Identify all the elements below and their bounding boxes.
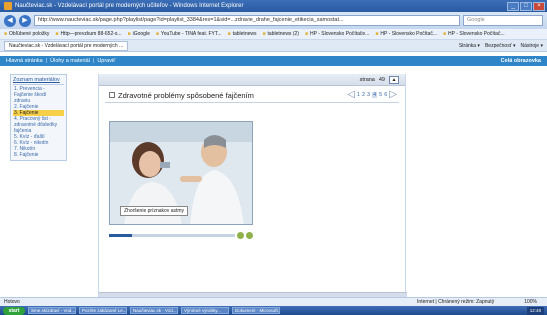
slide-pager: ◁ 1 2 3 4 5 6 ▷ [347, 90, 397, 100]
favorite-link[interactable]: HP - Slovensko Počítače... [305, 31, 369, 37]
pager-item-current[interactable]: 4 [372, 92, 378, 98]
start-button[interactable]: start [3, 306, 25, 315]
volume-icon[interactable] [237, 231, 244, 239]
sidebar-item[interactable]: 1. Prevencia - Fajčenie škodí zdraviu [13, 86, 64, 104]
taskbar-item[interactable]: Dokument - Microsoft... [232, 307, 280, 314]
video-progress-bar[interactable] [109, 233, 235, 237]
page-number: 49 [378, 76, 385, 83]
close-button[interactable]: × [533, 1, 545, 11]
pager-item[interactable]: 6 [384, 92, 387, 98]
taskbar-item[interactable]: Výrobné výrobky... [181, 307, 229, 314]
window-titlebar: Naučteviac.sk - Vzdelávací portál pre mo… [0, 0, 547, 12]
video-progress-fill [109, 233, 132, 237]
video-player[interactable]: Zhoršenie príznakov astmy [109, 121, 253, 225]
tab-bar: Naučteviac.sk - Vzdelávací portál pre mo… [0, 40, 547, 52]
url-field[interactable]: http://www.naucteviac.sk/page.php?playli… [34, 15, 460, 26]
back-button[interactable]: ◀ [4, 14, 16, 27]
lesson-panel: strana 49 ▲ Zdravotné problémy spôsobené… [98, 74, 407, 297]
pager-item[interactable]: 2 [362, 92, 365, 98]
materials-sidebar: Zoznam materiálov 1. Prevencia - Fajčeni… [10, 74, 67, 161]
nav-edit-link[interactable]: Upraviť [97, 58, 115, 64]
favorite-link[interactable]: Obľúbené položky [4, 31, 49, 37]
tools-menu[interactable]: Nástroje ▾ [520, 43, 543, 49]
status-bar: Hotovo Internet | Chránený režim: Zapnut… [0, 297, 547, 306]
favorites-bar: Obľúbené položky Http—prevzkum 88-652-s.… [0, 29, 547, 40]
topic-checkbox-icon [109, 92, 115, 98]
topic-title: Zdravotné problémy spôsobené fajčením [118, 90, 254, 100]
window-title: Naučteviac.sk - Vzdelávací portál pre mo… [15, 3, 244, 9]
page-up-button[interactable]: ▲ [389, 75, 399, 84]
favorite-link[interactable]: HP - Slovensko Počítač... [375, 31, 437, 37]
favorite-link[interactable]: tabletnews (2) [263, 31, 299, 37]
topic-bar: Zdravotné problémy spôsobené fajčením ◁ … [99, 88, 405, 102]
topic-divider [105, 102, 399, 103]
favorite-link[interactable]: iGoogle [128, 31, 150, 37]
system-tray-clock: 12:48 [526, 306, 544, 315]
safety-menu[interactable]: Bezpečnosť ▾ [485, 43, 516, 49]
page-content: Zoznam materiálov 1. Prevencia - Fajčeni… [0, 66, 547, 297]
site-navigation: Hlavná stránka | Úlohy a materiál | Upra… [0, 56, 547, 66]
nav-home-link[interactable]: Hlavná stránka [6, 58, 43, 64]
search-input[interactable]: Google [463, 15, 543, 26]
favorite-link[interactable]: Http—prevzkum 88-652-s... [55, 31, 121, 37]
favorite-link[interactable]: tabletnews [228, 31, 257, 37]
fullscreen-link[interactable]: Celá obrazovka [501, 58, 541, 64]
play-icon[interactable] [246, 231, 253, 239]
minimize-button[interactable]: _ [507, 1, 519, 11]
materials-heading[interactable]: Zoznam materiálov [13, 77, 64, 85]
taskbar-item[interactable]: Sme.sk/zdraví - Vod... [28, 307, 76, 314]
sidebar-item[interactable]: 4. Pracovný list - zdravotné dôsledky fa… [13, 116, 64, 134]
status-text: Hotovo [4, 299, 20, 305]
forward-button[interactable]: ▶ [19, 14, 31, 27]
command-bar: Stránka ▾ Bezpečnosť ▾ Nástroje ▾ [459, 43, 543, 49]
pager-item[interactable]: 1 [357, 92, 360, 98]
security-zone: Internet | Chránený režim: Zapnutý [417, 299, 495, 305]
pager-item[interactable]: 3 [367, 92, 370, 98]
zoom-level[interactable]: 100% [524, 299, 537, 305]
taskbar-item[interactable]: Pozrite zakázané Le... [79, 307, 127, 314]
next-arrow-icon[interactable]: ▷ [389, 90, 397, 100]
favorite-link[interactable]: HP - Slovensko Počítač... [443, 31, 505, 37]
nav-tasks-link[interactable]: Úlohy a materiál [50, 58, 90, 64]
page-label: strana [359, 76, 375, 83]
address-bar: ◀ ▶ http://www.naucteviac.sk/page.php?pl… [0, 12, 547, 29]
taskbar-item[interactable]: Naučteviac.sk - Vzd... [130, 307, 178, 314]
maximize-button[interactable]: □ [520, 1, 532, 11]
browser-tab-active[interactable]: Naučteviac.sk - Vzdelávací portál pre mo… [4, 40, 129, 51]
video-caption: Zhoršenie príznakov astmy [120, 206, 189, 216]
lesson-header: strana 49 ▲ [99, 74, 405, 86]
ie-app-icon [4, 2, 12, 10]
window-controls: _ □ × [507, 1, 545, 11]
prev-arrow-icon[interactable]: ◁ [347, 90, 355, 100]
favorite-link[interactable]: YouTube - TINA feat. FYT... [156, 31, 222, 37]
pager-item[interactable]: 5 [379, 92, 382, 98]
taskbar: start Sme.sk/zdraví - Vod... Pozrite zak… [0, 306, 547, 315]
sidebar-item[interactable]: 8. Fajčenie [13, 152, 64, 158]
video-controls [109, 231, 253, 239]
page-menu[interactable]: Stránka ▾ [459, 43, 480, 49]
